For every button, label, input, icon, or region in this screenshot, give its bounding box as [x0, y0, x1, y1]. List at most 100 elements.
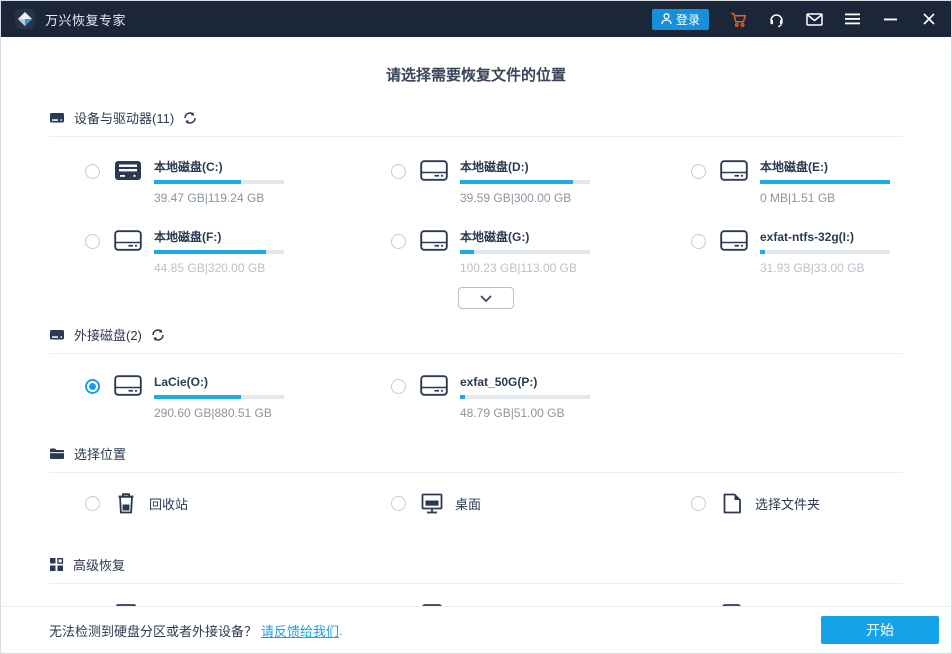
section-devices-header: 设备与驱动器(11)	[49, 108, 903, 137]
drive-size: 0 MB|1.51 GB	[760, 191, 836, 205]
refresh-external-icon[interactable]	[151, 328, 165, 342]
close-icon[interactable]	[920, 11, 937, 28]
select-folder-icon	[719, 490, 745, 517]
drive-icon	[720, 230, 748, 251]
drive-size: 44.85 GB|320.00 GB	[154, 261, 266, 275]
radio-drive-exfat50g[interactable]	[391, 379, 406, 394]
chevron-down-icon	[480, 294, 492, 302]
drive-size: 39.59 GB|300.00 GB	[460, 191, 572, 205]
location-item-desktop[interactable]: 桌面	[391, 490, 691, 517]
drive-item-d[interactable]: 本地磁盘(D:) 39.59 GB|300.00 GB	[391, 159, 691, 205]
footer-period: .	[339, 622, 343, 638]
harddrive-icon	[50, 330, 64, 340]
radio-drive-d[interactable]	[391, 164, 406, 179]
section-external-header: 外接磁盘(2)	[49, 325, 903, 354]
cart-icon[interactable]	[730, 11, 747, 28]
drive-usage-bar	[460, 180, 590, 184]
radio-desktop[interactable]	[391, 496, 406, 511]
drive-usage-bar	[460, 395, 590, 399]
grid-icon	[50, 558, 64, 571]
harddrive-icon	[50, 113, 64, 123]
drive-icon	[720, 160, 748, 181]
radio-drive-c[interactable]	[85, 164, 100, 179]
expand-drives-button[interactable]	[458, 287, 514, 309]
section-locations-title: 选择位置	[74, 447, 127, 462]
footer: 无法检测到硬盘分区或者外接设备？ 请反馈给我们 . 开始	[1, 606, 951, 653]
drive-usage-bar	[760, 180, 890, 184]
expand-row	[49, 287, 903, 309]
drive-size: 290.60 GB|880.51 GB	[154, 406, 272, 420]
location-item-recyclebin[interactable]: 回收站	[85, 490, 391, 517]
drive-item-g[interactable]: 本地磁盘(G:) 100.23 GB|113.00 GB	[391, 229, 691, 275]
drive-item-exfat50g[interactable]: exfat_50G(P:) 48.79 GB|51.00 GB	[391, 374, 691, 420]
drive-size: 39.47 GB|119.24 GB	[154, 191, 265, 205]
drive-usage-bar	[460, 250, 590, 254]
refresh-devices-icon[interactable]	[183, 111, 197, 125]
section-locations-header: 选择位置	[49, 444, 903, 473]
system-drive-icon	[115, 161, 141, 180]
drive-icon	[420, 160, 448, 181]
drive-usage-bar	[154, 395, 284, 399]
drive-size: 31.93 GB|33.00 GB	[760, 261, 865, 275]
drive-usage-bar	[760, 250, 890, 254]
drive-name: exfat_50G(P:)	[460, 375, 538, 389]
location-label: 选择文件夹	[755, 497, 821, 512]
drive-size: 48.79 GB|51.00 GB	[460, 406, 565, 420]
drive-name: 本地磁盘(D:)	[460, 160, 529, 174]
locations-row: 回收站 桌面 选择文件夹	[85, 490, 903, 517]
radio-selectfolder[interactable]	[691, 496, 706, 511]
user-icon	[661, 13, 672, 25]
drive-icon	[420, 230, 448, 251]
drive-icon	[420, 375, 448, 396]
support-headset-icon[interactable]	[768, 11, 785, 28]
section-advanced-header: 高级恢复	[49, 555, 903, 584]
drive-item-lacie[interactable]: LaCie(O:) 290.60 GB|880.51 GB	[85, 374, 391, 420]
external-grid: LaCie(O:) 290.60 GB|880.51 GB exfat_50G(…	[85, 374, 903, 420]
start-button[interactable]: 开始	[821, 616, 939, 644]
main-content: 请选择需要恢复文件的位置 设备与驱动器(11) 本地磁盘(C:) 39.47 G…	[1, 37, 951, 606]
location-label: 桌面	[455, 497, 482, 512]
page-title: 请选择需要恢复文件的位置	[385, 67, 566, 84]
drive-name: 本地磁盘(G:)	[460, 230, 530, 244]
app-logo-icon	[15, 9, 35, 29]
desktop-icon	[419, 490, 445, 517]
drive-name: 本地磁盘(E:)	[760, 160, 828, 174]
drive-icon	[114, 375, 142, 396]
drive-name: 本地磁盘(F:)	[154, 230, 222, 244]
titlebar: 万兴恢复专家 登录	[1, 1, 951, 37]
recycle-bin-icon	[113, 490, 139, 517]
login-label: 登录	[675, 12, 700, 27]
location-item-selectfolder[interactable]: 选择文件夹	[691, 490, 903, 517]
drive-usage-bar	[154, 180, 284, 184]
login-button[interactable]: 登录	[651, 8, 709, 30]
drive-name: 本地磁盘(C:)	[154, 160, 223, 174]
app-window: 万兴恢复专家 登录 请选择需要恢复文件的位置 设备与驱动器(11) 本地磁盘(C…	[0, 0, 952, 654]
feedback-link[interactable]: 请反馈给我们	[261, 621, 339, 640]
section-external-title: 外接磁盘(2)	[74, 328, 142, 343]
radio-drive-g[interactable]	[391, 234, 406, 249]
section-advanced-title: 高级恢复	[73, 558, 126, 573]
radio-recyclebin[interactable]	[85, 496, 100, 511]
mail-icon[interactable]	[806, 11, 823, 28]
radio-drive-i[interactable]	[691, 234, 706, 249]
drive-name: LaCie(O:)	[154, 375, 208, 389]
drive-item-e[interactable]: 本地磁盘(E:) 0 MB|1.51 GB	[691, 159, 903, 205]
drive-icon	[114, 230, 142, 251]
app-title: 万兴恢复专家	[45, 12, 127, 28]
drive-item-f[interactable]: 本地磁盘(F:) 44.85 GB|320.00 GB	[85, 229, 391, 275]
drive-item-i[interactable]: exfat-ntfs-32g(I:) 31.93 GB|33.00 GB	[691, 229, 903, 275]
radio-drive-f[interactable]	[85, 234, 100, 249]
folder-icon	[50, 448, 64, 459]
drive-item-c[interactable]: 本地磁盘(C:) 39.47 GB|119.24 GB	[85, 159, 391, 205]
location-label: 回收站	[149, 497, 189, 512]
section-devices-title: 设备与驱动器(11)	[74, 111, 175, 126]
drive-usage-bar	[154, 250, 284, 254]
radio-drive-lacie[interactable]	[85, 379, 100, 394]
drives-grid: 本地磁盘(C:) 39.47 GB|119.24 GB 本地磁盘(D:) 39.…	[85, 159, 903, 275]
radio-drive-e[interactable]	[691, 164, 706, 179]
minimize-icon[interactable]	[882, 11, 899, 28]
drive-name: exfat-ntfs-32g(I:)	[760, 230, 855, 244]
footer-question: 无法检测到硬盘分区或者外接设备？	[49, 623, 258, 639]
menu-icon[interactable]	[844, 11, 861, 28]
drive-size: 100.23 GB|113.00 GB	[460, 261, 577, 275]
